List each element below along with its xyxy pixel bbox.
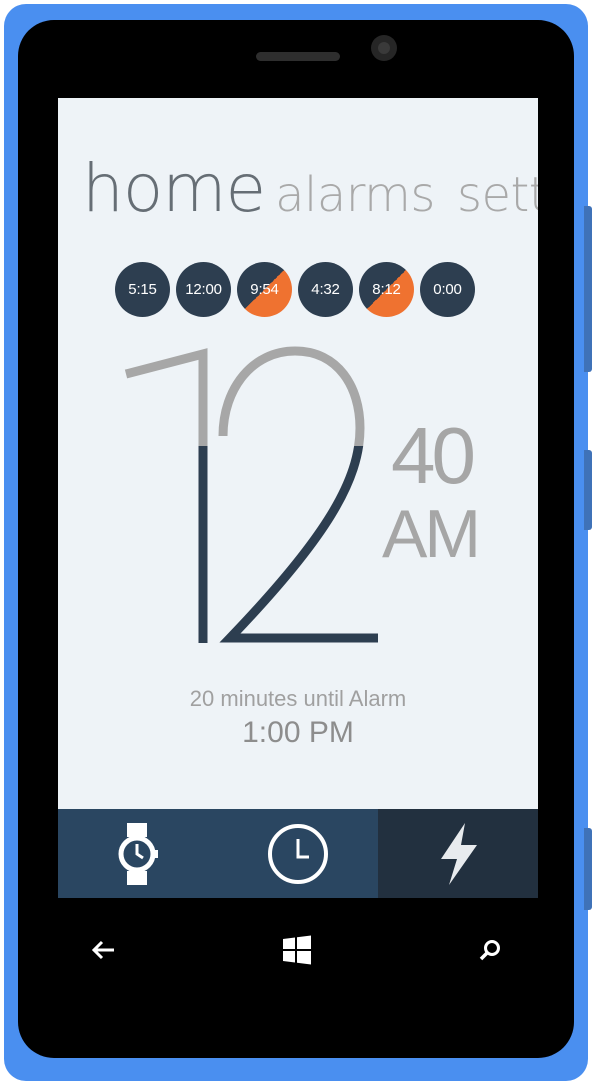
earpiece-speaker [256, 52, 340, 61]
watch-icon [118, 822, 158, 885]
clock-icon [268, 823, 328, 884]
back-arrow-icon [92, 940, 114, 960]
screen: homealarmssett 5:15 12:00 9:54 4:32 8:12… [58, 98, 538, 898]
power-button [584, 450, 592, 530]
clock-button[interactable] [218, 809, 378, 898]
watch-button[interactable] [58, 809, 218, 898]
app-bar [58, 809, 538, 898]
lightning-icon [441, 822, 477, 885]
minutes-display: 40 [391, 411, 476, 500]
windows-start-icon [283, 935, 311, 965]
next-alarm-time: 1:00 PM [242, 716, 354, 749]
ampm-display: AM [382, 496, 481, 572]
search-button[interactable] [470, 930, 510, 970]
back-button[interactable] [85, 930, 125, 970]
search-icon [479, 940, 500, 961]
front-camera [371, 35, 397, 61]
volume-button [584, 206, 592, 372]
start-button[interactable] [277, 930, 317, 970]
camera-button [584, 828, 592, 910]
time-until-alarm: 20 minutes until Alarm [189, 686, 407, 711]
system-nav-bar [0, 930, 595, 970]
lightning-button[interactable] [378, 809, 538, 898]
